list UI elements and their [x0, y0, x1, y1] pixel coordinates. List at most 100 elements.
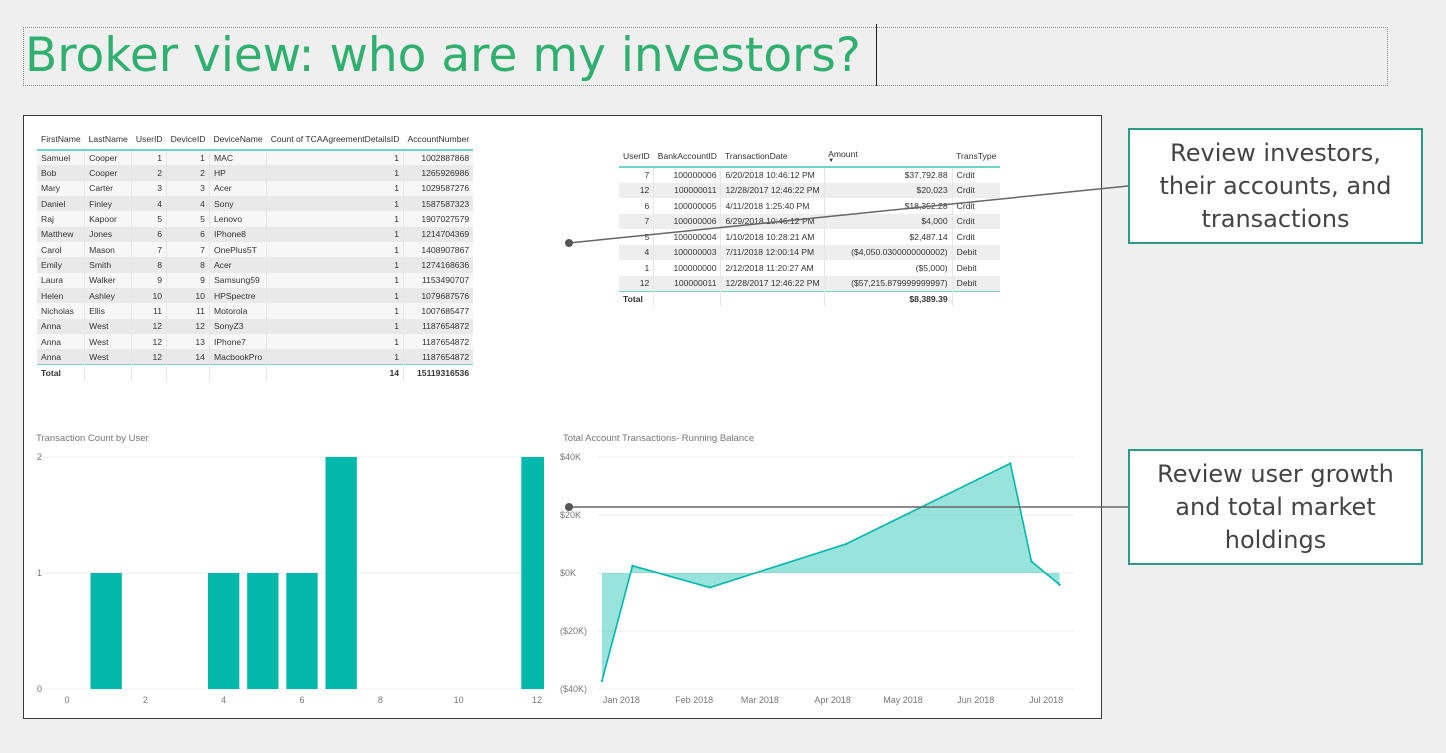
transactions-table[interactable]: UserID BankAccountID TransactionDate Amo…	[619, 145, 1001, 307]
table-row[interactable]: Matthew Jones 6 6 IPhone8 1 1214704369	[37, 226, 474, 243]
table-cell: 1	[266, 349, 404, 365]
slide-title-box: Broker view: who are my investors?	[23, 27, 1388, 86]
table-cell: 100000006	[653, 167, 721, 183]
column-header[interactable]: UserID	[131, 128, 167, 151]
table-cell: 1/10/2018 10:28:21 AM	[720, 229, 825, 245]
table-row[interactable]: 5 100000004 1/10/2018 10:28:21 AM $2,487.14…	[619, 229, 1001, 245]
table-cell: 1	[266, 257, 404, 273]
table-row[interactable]: Samuel Cooper 1 1 MAC 1 1002887868	[37, 150, 474, 166]
data-point	[844, 542, 848, 546]
investors-table[interactable]: FirstName LastName UserID DeviceID Devic…	[37, 128, 474, 381]
table-row[interactable]: 4 100000003 7/11/2018 12:00:14 PM ($4,050.0…	[619, 244, 1001, 260]
table-row[interactable]: Daniel Finley 4 4 Sony 1 1587587323	[37, 196, 474, 212]
column-header[interactable]: BankAccountID	[653, 145, 721, 168]
table-cell: 1	[166, 150, 210, 166]
table-cell: West	[84, 349, 132, 365]
bar[interactable]	[247, 573, 279, 689]
transactions-total-row: Total $8,389.39	[619, 290, 1001, 307]
bar[interactable]	[325, 457, 357, 689]
data-point	[1058, 583, 1061, 586]
table-cell: Helen	[37, 288, 85, 304]
table-cell: 1	[644, 262, 650, 273]
table-cell: 10	[131, 288, 167, 304]
table-cell: 1	[266, 211, 404, 227]
table-row[interactable]: Nicholas Ellis 11 11 Motorola 1 1007685477	[37, 303, 474, 319]
table-cell: Carol	[37, 242, 85, 258]
table-row[interactable]: 6 100000005 4/11/2018 1:25:40 PM $18,352.28…	[619, 198, 1001, 214]
column-header[interactable]: TransType	[952, 145, 1001, 168]
table-row[interactable]: 12 100000011 12/28/2017 12:46:22 PM $20,023…	[619, 182, 1001, 198]
table-row[interactable]: 12 100000011 12/28/2017 12:46:22 PM ($57,21…	[619, 275, 1001, 291]
table-cell: 100000011	[653, 275, 721, 291]
table-cell: 12	[131, 349, 167, 365]
column-header[interactable]: UserID	[619, 145, 654, 168]
table-cell: 12	[619, 182, 654, 198]
table-cell: Jones	[84, 226, 132, 243]
table-cell: 6	[166, 226, 210, 243]
callout-line: and total market	[1175, 492, 1376, 521]
table-row[interactable]: Carol Mason 7 7 OnePlus5T 1 1408907867	[37, 242, 474, 258]
table-row[interactable]: 7 100000006 6/29/2018 10:46:12 PM $4,000 Crd…	[619, 213, 1001, 229]
data-point	[708, 586, 712, 589]
table-cell: $18,352.28	[823, 198, 953, 214]
y-tick-label: 1	[37, 568, 42, 578]
table-row[interactable]: Raj Kapoor 5 5 Lenovo 1 1907027579	[37, 211, 474, 227]
transactions-table-header: UserID BankAccountID TransactionDate Amo…	[619, 145, 1001, 168]
column-header[interactable]: LastName	[84, 128, 132, 151]
table-cell: 1265926986	[403, 165, 474, 181]
table-cell: West	[84, 318, 132, 335]
table-cell: Carter	[84, 180, 132, 197]
column-header[interactable]: DeviceID	[166, 128, 210, 151]
table-row[interactable]: 1 100000000 2/12/2018 11:20:27 AM ($5,000) D…	[619, 260, 1001, 276]
table-cell: 1	[266, 242, 404, 258]
table-cell: ($4,050.0300000000002)	[823, 244, 953, 260]
table-cell: Anna	[37, 349, 85, 365]
table-cell: 1187654872	[403, 349, 474, 365]
table-cell: 1214704369	[403, 226, 474, 243]
table-cell: 1	[266, 272, 404, 289]
table-cell: 6/20/2018 10:46:12 PM	[720, 167, 825, 183]
column-header[interactable]: FirstName	[37, 128, 85, 151]
table-row[interactable]: Anna West 12 12 SonyZ3 1 1187654872	[37, 318, 474, 335]
table-cell: 11	[166, 303, 210, 319]
table-row[interactable]: Bob Cooper 2 2 HP 1 1265926986	[37, 165, 474, 181]
bar[interactable]	[286, 573, 318, 689]
table-cell: 7	[644, 170, 650, 181]
table-row[interactable]: Helen Ashley 10 10 HPSpectre 1 1079687576	[37, 288, 474, 304]
table-cell: Acer	[208, 257, 267, 273]
table-cell: 9	[131, 272, 167, 289]
column-header[interactable]: AccountNumber	[403, 128, 474, 151]
table-cell: 8	[131, 257, 167, 273]
table-cell: 5	[131, 211, 167, 227]
table-cell: ($57,215.879999999997)	[823, 275, 953, 291]
table-row[interactable]: Laura Walker 9 9 Samsung59 1 1153490707	[37, 272, 474, 289]
table-row[interactable]: Anna West 12 14 MacbookPro 1 1187654872	[37, 349, 474, 365]
table-cell: 10	[166, 288, 210, 304]
column-header[interactable]: DeviceName	[209, 128, 267, 151]
table-cell: 1187654872	[403, 334, 474, 350]
table-cell: 1587587323	[403, 196, 474, 212]
table-cell: 1	[266, 226, 404, 243]
table-cell: Mary	[37, 180, 85, 197]
table-cell: 6	[131, 226, 167, 243]
table-cell: 7	[131, 242, 167, 258]
area-chart-title: Total Account Transactions- Running Bala…	[563, 433, 755, 444]
column-header[interactable]: Count of TCAAgreementDetailsID	[266, 128, 404, 151]
x-tick-label: Mar 2018	[741, 695, 779, 705]
table-cell: 4	[131, 196, 167, 212]
area-chart[interactable]: $40K $20K $0K ($20K) ($40K) Jan 2018 Feb 2018 M…	[554, 446, 1074, 736]
table-cell: 1029587276	[403, 180, 474, 197]
table-cell: 3	[166, 180, 210, 197]
column-header[interactable]: TransactionDate	[720, 145, 825, 168]
bar[interactable]	[208, 573, 240, 689]
table-row[interactable]: Mary Carter 3 3 Acer 1 1029587276	[37, 180, 474, 197]
column-header-sorted[interactable]: Amount ▼	[824, 145, 953, 168]
bar-chart[interactable]: 0120 2 4 6 8 10 12	[24, 446, 544, 736]
table-row[interactable]: Emily Smith 8 8 Acer 1 1274168636	[37, 257, 474, 273]
table-cell: 100000006	[653, 213, 721, 229]
bar[interactable]	[90, 573, 122, 689]
table-row[interactable]: 7 100000006 6/20/2018 10:46:12 PM $37,792.8…	[619, 167, 1001, 183]
table-cell: Ellis	[84, 303, 132, 319]
bar[interactable]	[521, 457, 544, 689]
table-row[interactable]: Anna West 12 13 IPhone7 1 1187654872	[37, 334, 474, 350]
